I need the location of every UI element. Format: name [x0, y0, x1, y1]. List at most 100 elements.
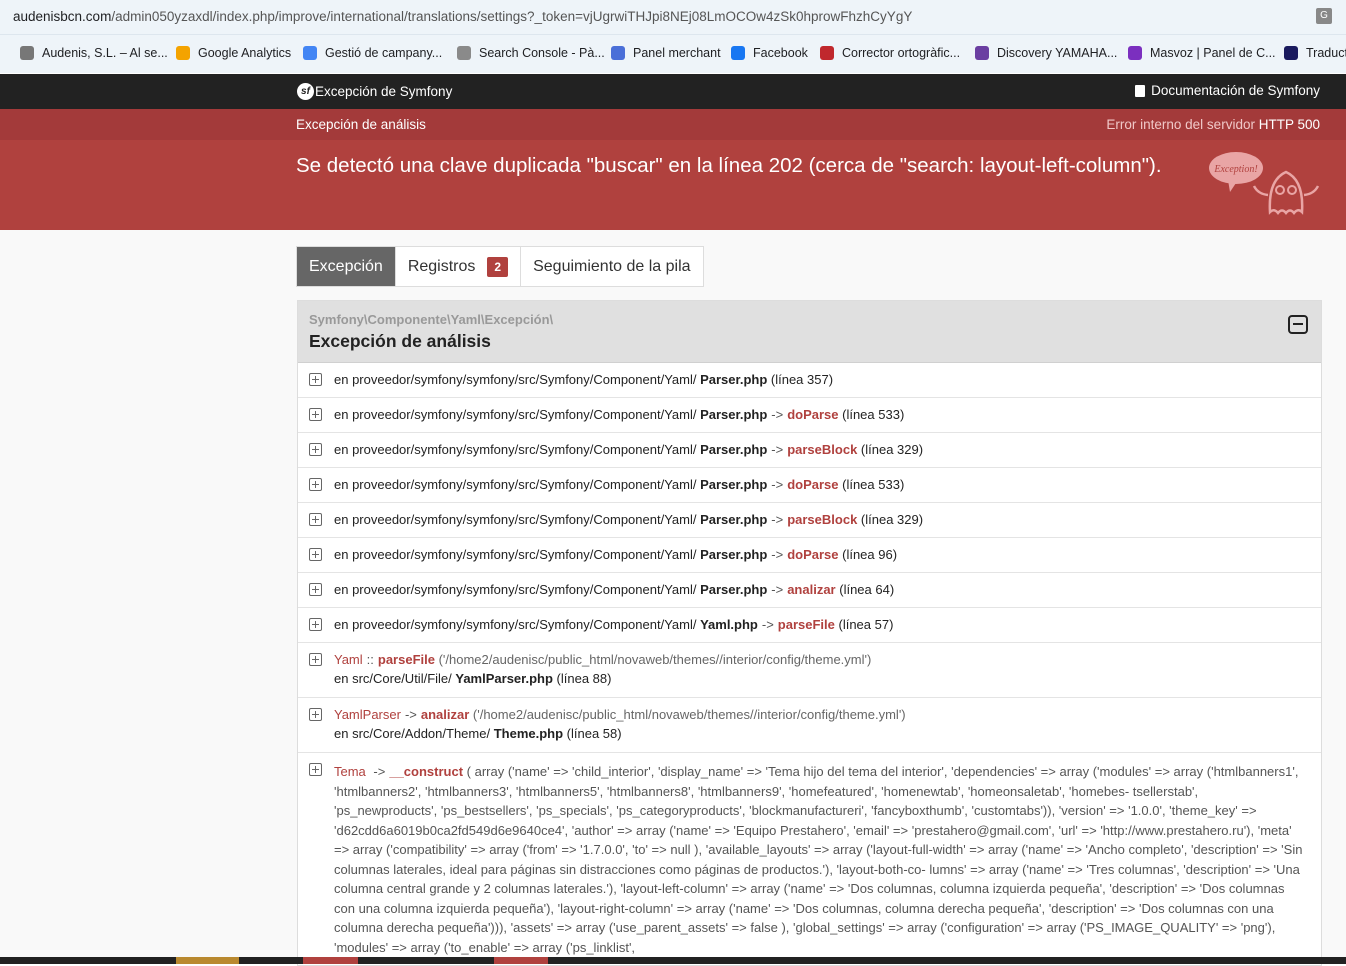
trace-arrow: :: [366, 652, 374, 667]
url-text[interactable]: audenisbcn.com/admin050yzaxdl/index.php/… [13, 9, 912, 24]
expand-icon[interactable] [309, 408, 322, 421]
trace-function: doParse [787, 477, 839, 492]
trace-arrow: -> [771, 547, 784, 562]
trace-path: en proveedor/symfony/symfony/src/Symfony… [334, 547, 701, 562]
trace-path: en proveedor/symfony/symfony/src/Symfony… [334, 407, 701, 422]
bookmark-item[interactable]: Traducto [1284, 46, 1346, 60]
trace-item[interactable]: en proveedor/symfony/symfony/src/Symfony… [298, 468, 1321, 503]
exception-ghost-icon: Exception! [1209, 152, 1320, 215]
trace-file: Parser.php [700, 547, 768, 562]
bookmark-item[interactable]: Corrector ortogràfic... [820, 46, 960, 60]
expand-icon[interactable] [309, 618, 322, 631]
taskbar-item[interactable] [303, 957, 358, 964]
trace-line-number: (línea 329) [857, 442, 924, 457]
trace-line-number: (línea 357) [767, 372, 834, 387]
trace-line-number: (línea 64) [835, 582, 895, 597]
construct-args: ( array ('name' => 'child_interior', 'di… [334, 764, 1303, 955]
trace-file: Parser.php [700, 477, 768, 492]
bookmark-label: Gestió de campany... [325, 46, 443, 60]
address-bar[interactable]: audenisbcn.com/admin050yzaxdl/index.php/… [0, 0, 1346, 35]
trace-line: en proveedor/symfony/symfony/src/Symfony… [334, 547, 897, 562]
logs-count-badge: 2 [487, 256, 509, 277]
merchant-icon [611, 46, 625, 60]
trace-item[interactable]: en proveedor/symfony/symfony/src/Symfony… [298, 363, 1321, 398]
taskbar-item[interactable] [494, 957, 548, 964]
status-text: Error interno del servidor HTTP 500 [1106, 117, 1320, 132]
bookmark-item[interactable]: Gestió de campany... [303, 46, 442, 60]
translate-icon[interactable]: G [1316, 8, 1332, 24]
bookmark-label: Masvoz | Panel de C... [1150, 46, 1276, 60]
tab-exception-label: Excepción [309, 258, 383, 275]
trace-line-number: (línea 96) [838, 547, 898, 562]
symfony-header: sf Excepción de Symfony Documentación de … [0, 74, 1346, 109]
trace-item[interactable]: Yaml:: parseFile ('/home2/audenisc/public… [298, 643, 1321, 698]
tab-logs[interactable]: Registros 2 [396, 247, 522, 286]
trace-function: doParse [787, 407, 839, 422]
tab-stack-trace[interactable]: Seguimiento de la pila [521, 247, 702, 286]
bookmark-item[interactable]: Google Analytics [176, 46, 291, 60]
symfony-logo-icon: sf [297, 83, 314, 100]
audenis-icon [20, 46, 34, 60]
expand-icon[interactable] [309, 443, 322, 456]
facebook-icon [731, 46, 745, 60]
trace-function: parseBlock [787, 512, 858, 527]
trace-item[interactable]: en proveedor/symfony/symfony/src/Symfony… [298, 573, 1321, 608]
bookmark-label: Panel merchant [633, 46, 721, 60]
trace-item[interactable]: YamlParser -> analizar ('/home2/audenisc/p… [298, 698, 1321, 753]
trace-path: en proveedor/symfony/symfony/src/Symfony… [334, 477, 701, 492]
bookmark-label: Audenis, S.L. – Al se... [42, 46, 168, 60]
trace-call: YamlParser -> analizar ('/home2/audenisc/p… [334, 707, 906, 722]
trace-list-args: Yaml:: parseFile ('/home2/audenisc/public… [298, 643, 1321, 753]
trace-item[interactable]: en proveedor/symfony/symfony/src/Symfony… [298, 398, 1321, 433]
bookmarks-bar: Audenis, S.L. – Al se... Google Analytics… [0, 35, 1346, 73]
search-console-icon [457, 46, 471, 60]
exception-class: Excepción de análisis [296, 117, 426, 132]
expand-icon[interactable] [309, 478, 322, 491]
expand-icon[interactable] [309, 708, 322, 721]
trace-line-number: (línea 533) [838, 407, 905, 422]
symfony-brand[interactable]: sf Excepción de Symfony [297, 83, 452, 100]
trace-location: en src/Core/Util/File/ YamlParser.php (l… [334, 671, 611, 686]
trace-path: en src/Core/Addon/Theme/ [334, 726, 494, 741]
expand-icon[interactable] [309, 513, 322, 526]
trace-line: en proveedor/symfony/symfony/src/Symfony… [334, 477, 904, 492]
bookmark-item[interactable]: Facebook [731, 46, 808, 60]
symfony-docs-link[interactable]: Documentación de Symfony [1135, 83, 1320, 98]
expand-icon[interactable] [309, 763, 322, 776]
trace-file: Parser.php [700, 407, 768, 422]
bookmark-item[interactable]: Panel merchant [611, 46, 721, 60]
trace-arrow: -> [771, 582, 784, 597]
trace-item[interactable]: en proveedor/symfony/symfony/src/Symfony… [298, 538, 1321, 573]
bookmark-label: Discovery YAMAHA... [997, 46, 1118, 60]
expand-icon[interactable] [309, 583, 322, 596]
trace-args: ('/home2/audenisc/public_html/novaweb/th… [469, 707, 906, 722]
bookmark-item[interactable]: Audenis, S.L. – Al se... [20, 46, 168, 60]
trace-path: en src/Core/Util/File/ [334, 671, 456, 686]
trace-line-number: (línea 329) [857, 512, 924, 527]
tab-exception[interactable]: Excepción [297, 247, 396, 286]
expand-icon[interactable] [309, 653, 322, 666]
collapse-icon[interactable] [1288, 315, 1308, 334]
trace-arrow: -> [771, 477, 784, 492]
taskbar-item[interactable] [176, 957, 239, 964]
bookmark-item[interactable]: Search Console - Pà... [457, 46, 605, 60]
trace-line-number: (línea 58) [563, 726, 622, 741]
trace-class: Yaml [334, 652, 363, 667]
trace-item[interactable]: en proveedor/symfony/symfony/src/Symfony… [298, 433, 1321, 468]
bookmark-item[interactable]: Discovery YAMAHA... [975, 46, 1117, 60]
tab-logs-label: Registros [407, 258, 476, 275]
expand-icon[interactable] [309, 548, 322, 561]
google-ads-icon [303, 46, 317, 60]
trace-item[interactable]: en proveedor/symfony/symfony/src/Symfony… [298, 608, 1321, 643]
bookmark-item[interactable]: Masvoz | Panel de C... [1128, 46, 1276, 60]
exception-summary-bar: Excepción de análisis Error interno del … [0, 109, 1346, 140]
expand-icon[interactable] [309, 373, 322, 386]
ghost-label: Exception! [1213, 164, 1257, 175]
trace-file: Parser.php [700, 512, 768, 527]
bookmark-label: Traducto [1306, 46, 1346, 60]
trace-file: Yaml.php [700, 617, 758, 632]
trace-item[interactable]: en proveedor/symfony/symfony/src/Symfony… [298, 503, 1321, 538]
brand-label: Excepción de Symfony [315, 84, 453, 99]
trace-item-construct[interactable]: Tema -> __construct ( array ('name' => 'c… [298, 753, 1321, 965]
trace-class: YamlParser [334, 707, 401, 722]
